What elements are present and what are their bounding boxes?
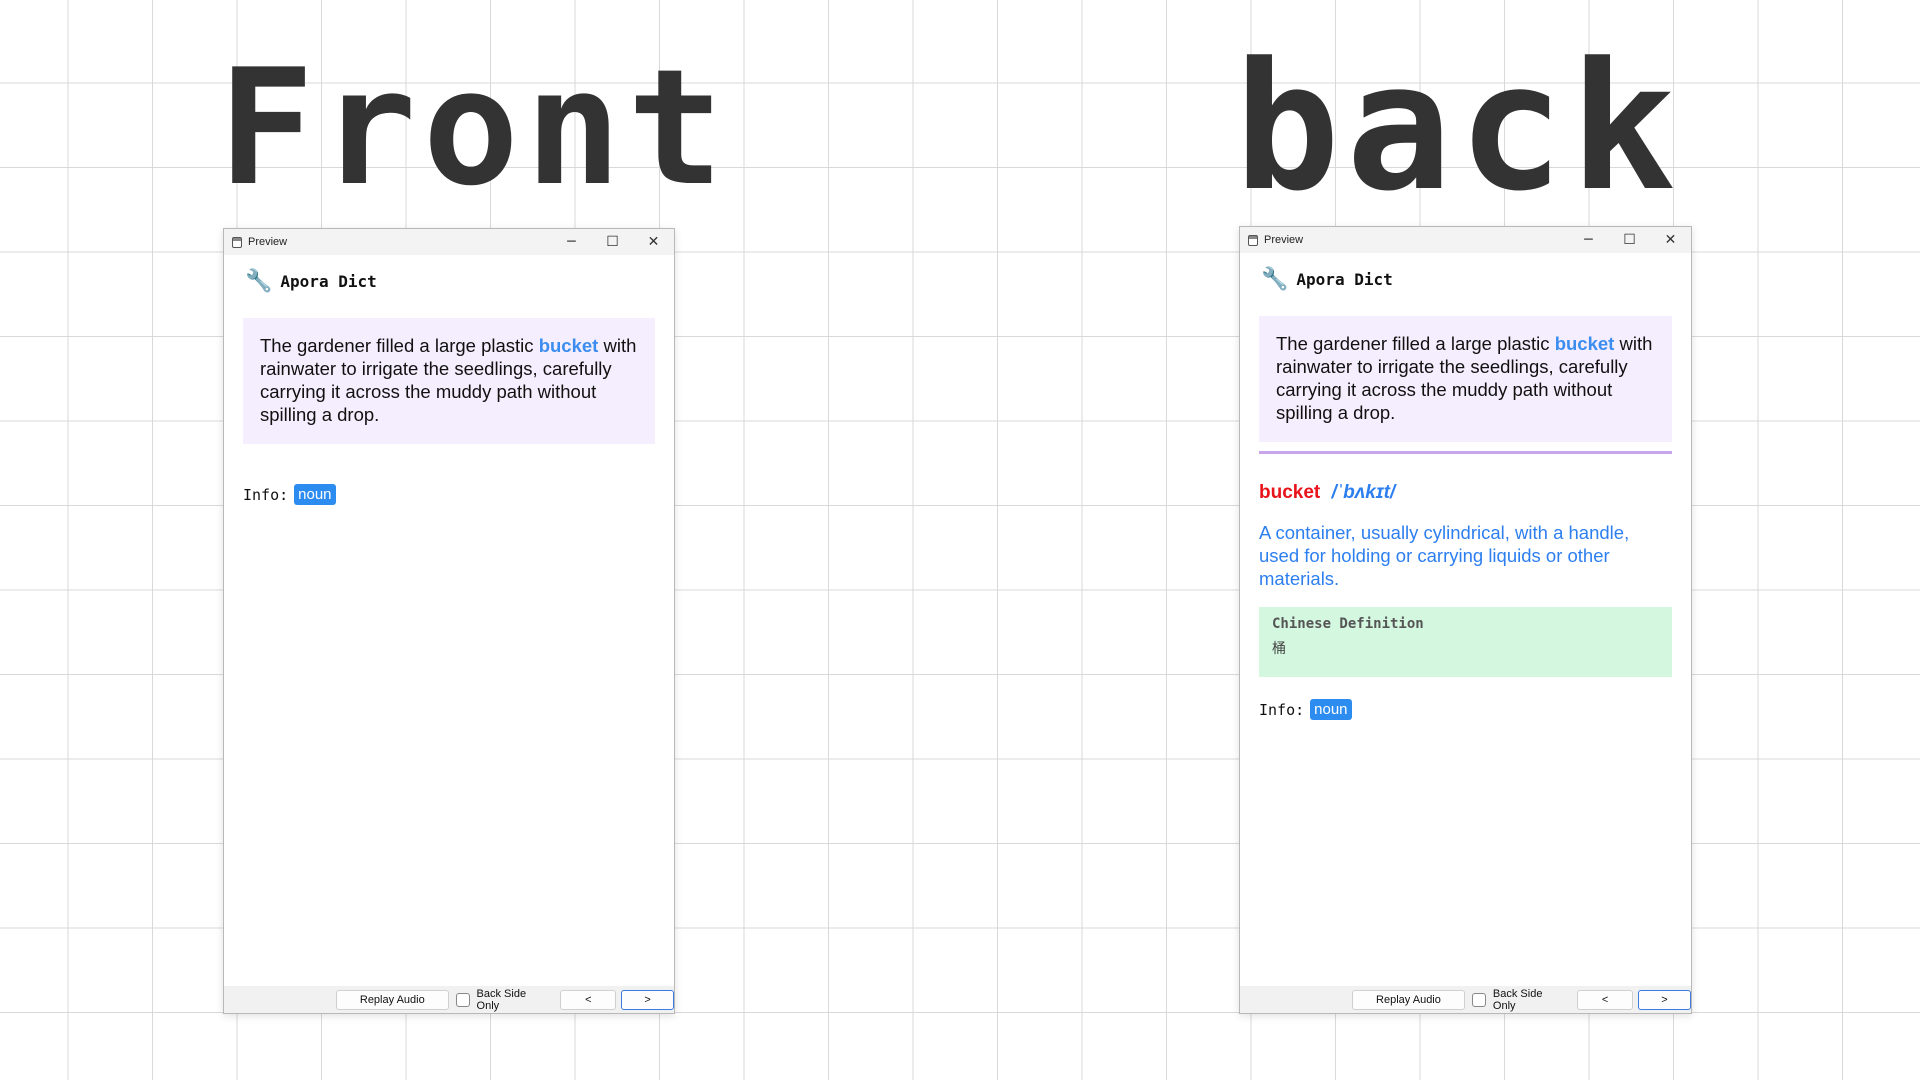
close-icon[interactable]: ✕ [633, 229, 674, 255]
headword-line: bucket /ˈbʌkɪt/ [1259, 482, 1672, 504]
checkbox-label: Back Side Only [1492, 987, 1543, 1012]
checkbox-label: Back Side Only [476, 987, 527, 1012]
headword: bucket [1259, 482, 1321, 503]
titlebar[interactable]: Preview ─ ☐ ✕ [1240, 227, 1691, 253]
titlebar[interactable]: Preview ─ ☐ ✕ [224, 229, 674, 255]
replay-audio-button[interactable]: Replay Audio [336, 989, 449, 1010]
example-sentence: The gardener filled a large plastic buck… [1259, 316, 1672, 442]
back-heading: back [1234, 25, 1682, 230]
prev-button[interactable]: < [1577, 989, 1634, 1010]
chinese-definition-box: Chinese Definition 桶 [1259, 607, 1672, 677]
part-of-speech-tag: noun [294, 484, 336, 505]
maximize-icon[interactable]: ☐ [592, 229, 633, 255]
maximize-icon[interactable]: ☐ [1609, 227, 1650, 253]
info-label: Info: [243, 485, 289, 504]
highlighted-word: bucket [1554, 333, 1615, 354]
sentence-text: The gardener filled a large plastic [260, 335, 539, 356]
wrench-icon: 🔧 [245, 269, 273, 294]
bottom-toolbar: Replay Audio Back Side Only < > [1240, 986, 1691, 1013]
next-button[interactable]: > [621, 989, 674, 1010]
part-of-speech-tag: noun [1310, 699, 1352, 720]
minimize-icon[interactable]: ─ [1568, 227, 1609, 253]
chinese-definition-label: Chinese Definition [1272, 616, 1424, 632]
bottom-toolbar: Replay Audio Back Side Only < > [224, 986, 674, 1013]
replay-audio-button[interactable]: Replay Audio [1352, 989, 1465, 1010]
back-side-only-checkbox[interactable]: Back Side Only [1471, 987, 1568, 1012]
checkbox-box[interactable] [455, 992, 470, 1007]
brand-header: 🔧 Apora Dict [1261, 267, 1672, 292]
brand-name: Apora Dict [280, 272, 377, 291]
info-row: Info: noun [243, 484, 655, 505]
highlighted-word: bucket [538, 335, 599, 356]
close-icon[interactable]: ✕ [1650, 227, 1691, 253]
prev-button[interactable]: < [560, 989, 617, 1010]
next-button[interactable]: > [1638, 989, 1691, 1010]
english-definition: A container, usually cylindrical, with a… [1259, 522, 1630, 589]
divider [1259, 451, 1672, 454]
preview-window-back: Preview ─ ☐ ✕ 🔧 Apora Dict The gardener … [1239, 226, 1692, 1014]
example-sentence: The gardener filled a large plastic buck… [243, 318, 655, 444]
brand-header: 🔧 Apora Dict [245, 269, 655, 294]
app-icon [1248, 234, 1258, 246]
info-row: Info: noun [1259, 699, 1672, 720]
window-title: Preview [248, 236, 288, 248]
pronunciation: /ˈbʌkɪt/ [1331, 482, 1396, 503]
minimize-icon[interactable]: ─ [551, 229, 592, 255]
info-label: Info: [1259, 700, 1305, 719]
window-title: Preview [1264, 234, 1304, 246]
back-side-only-checkbox[interactable]: Back Side Only [455, 987, 552, 1012]
brand-name: Apora Dict [1296, 270, 1393, 289]
front-heading: Front [218, 34, 730, 221]
sentence-text: The gardener filled a large plastic [1276, 333, 1555, 354]
app-icon [232, 236, 242, 248]
chinese-definition-value: 桶 [1272, 640, 1286, 656]
preview-window-front: Preview ─ ☐ ✕ 🔧 Apora Dict The gardener … [223, 228, 675, 1014]
wrench-icon: 🔧 [1261, 267, 1289, 292]
checkbox-box[interactable] [1471, 992, 1486, 1007]
